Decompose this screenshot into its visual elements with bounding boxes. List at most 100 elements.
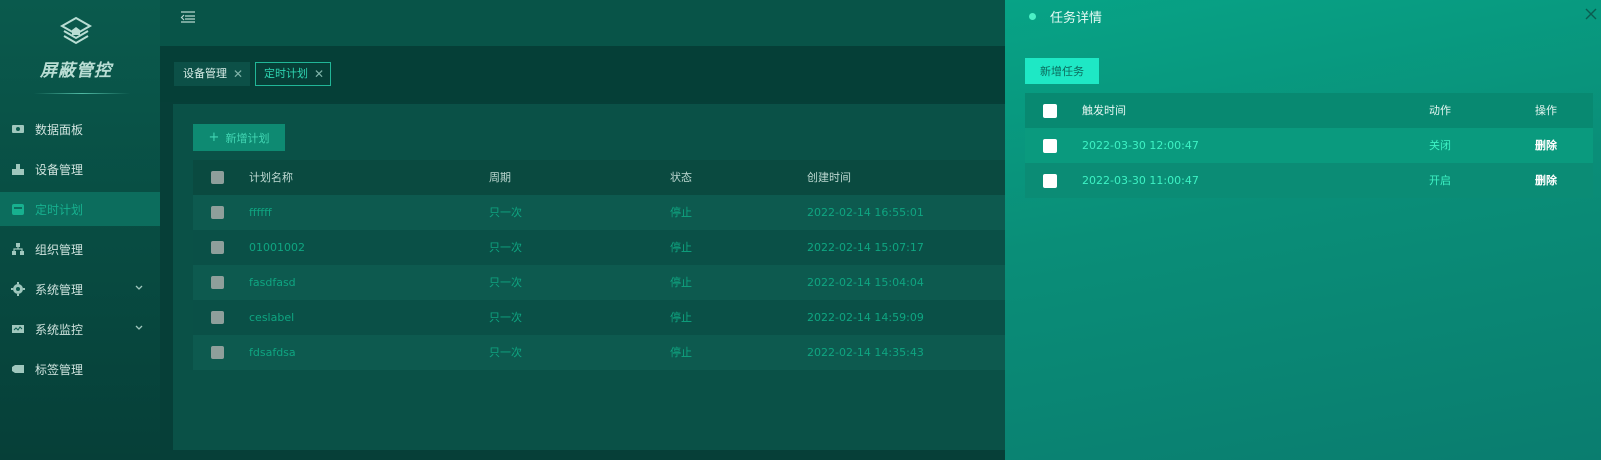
plan-cycle: 只一次 [489,311,522,324]
plan-state: 停止 [670,276,692,289]
plan-state: 停止 [670,206,692,219]
chevron-down-icon [135,325,143,330]
column-header: 计划名称 [249,171,293,184]
row-checkbox[interactable] [211,346,224,359]
monitor-icon [12,325,24,333]
table-row[interactable]: 2022-03-30 12:00:47 关闭 删除 [1025,128,1593,163]
row-checkbox[interactable] [211,206,224,219]
select-all-checkbox[interactable] [1043,104,1057,118]
task-action: 开启 [1429,174,1451,187]
task-trigger-time: 2022-03-30 11:00:47 [1082,174,1199,187]
add-task-button[interactable]: 新增任务 [1025,58,1099,84]
task-detail-drawer: 任务详情 新增任务 触发时间 动作 操作 2022-03-30 12:00:47… [1005,0,1601,460]
table-row[interactable]: 2022-03-30 11:00:47 开启 删除 [1025,163,1593,198]
sidebar-item-label: 数据面板 [35,122,84,137]
top-bar [160,0,1005,46]
tab-label: 定时计划 [264,67,308,80]
plus-icon: + [208,130,220,145]
sidebar-item-system[interactable]: 系统管理 [0,272,160,306]
status-dot-icon [1029,12,1036,20]
schedule-icon [12,204,24,215]
task-action: 关闭 [1429,139,1451,152]
sidebar-item-data-panel[interactable]: 数据面板 [0,112,160,146]
plan-name: fdsafdsa [249,346,296,359]
close-icon[interactable] [1583,6,1599,22]
plan-created: 2022-02-14 14:59:09 [807,311,924,324]
plan-cycle: 只一次 [489,346,522,359]
plan-state: 停止 [670,311,692,324]
tab-device[interactable]: 设备管理 ✕ [174,62,250,86]
row-checkbox[interactable] [1043,139,1057,153]
dashboard-icon [12,125,24,133]
sidebar-item-label: 组织管理 [35,242,84,257]
plan-created: 2022-02-14 16:55:01 [807,206,924,219]
logo-divider [34,93,130,94]
sidebar-item-schedule[interactable]: 定时计划 [0,192,160,226]
table-row[interactable]: 01001002 只一次 停止 2022-02-14 15:07:17 [193,230,1005,265]
plan-cycle: 只一次 [489,276,522,289]
plan-created: 2022-02-14 14:35:43 [807,346,924,359]
app-title: 屏蔽管控 [40,61,112,81]
column-header: 动作 [1429,104,1451,117]
sidebar-item-org[interactable]: 组织管理 [0,232,160,266]
plan-state: 停止 [670,241,692,254]
task-table: 触发时间 动作 操作 2022-03-30 12:00:47 关闭 删除 202… [1025,93,1593,198]
plan-name: ceslabel [249,311,295,324]
delete-task-button[interactable]: 删除 [1535,163,1557,198]
gear-icon [11,282,25,296]
table-row[interactable]: fasdfasd 只一次 停止 2022-02-14 15:04:04 [193,265,1005,300]
menu-toggle-icon[interactable] [180,10,196,24]
chevron-down-icon [135,285,143,290]
sidebar-item-monitor[interactable]: 系统监控 [0,312,160,346]
sidebar-item-tag[interactable]: 标签管理 [0,352,160,386]
device-icon [12,164,24,175]
column-header: 触发时间 [1082,104,1126,117]
close-icon[interactable]: ✕ [314,63,324,85]
add-plan-button[interactable]: + 新增计划 [193,124,285,151]
sidebar-item-label: 定时计划 [35,202,84,217]
close-icon[interactable]: ✕ [233,63,243,85]
add-plan-label: 新增计划 [225,131,270,145]
table-header: 触发时间 动作 操作 [1025,93,1593,128]
sidebar-item-device[interactable]: 设备管理 [0,152,160,186]
delete-task-button[interactable]: 删除 [1535,128,1557,163]
column-header: 周期 [489,171,511,184]
table-row[interactable]: ffffff 只一次 停止 2022-02-14 16:55:01 [193,195,1005,230]
column-header: 操作 [1535,104,1557,117]
sidebar-nav: 数据面板 设备管理 定时计划 组织管理 系统管理 系统监控 标签管理 [0,112,160,392]
tab-schedule[interactable]: 定时计划 ✕ [255,62,331,86]
plan-panel: + 新增计划 计划名称 周期 状态 创建时间 ffffff 只一次 停止 202… [173,104,1005,450]
drawer-header: 任务详情 [1029,4,1102,28]
logo: 屏蔽管控 [0,12,160,96]
plan-table: 计划名称 周期 状态 创建时间 ffffff 只一次 停止 2022-02-14… [193,160,1005,370]
tag-icon [12,365,24,373]
tabs-bar: 设备管理 ✕ 定时计划 ✕ [160,46,1005,102]
plan-state: 停止 [670,346,692,359]
sidebar-item-label: 系统监控 [35,322,84,337]
drawer-title: 任务详情 [1050,10,1103,26]
table-header: 计划名称 周期 状态 创建时间 [193,160,1005,195]
task-trigger-time: 2022-03-30 12:00:47 [1082,139,1199,152]
sidebar-item-label: 系统管理 [35,282,84,297]
table-row[interactable]: ceslabel 只一次 停止 2022-02-14 14:59:09 [193,300,1005,335]
plan-cycle: 只一次 [489,206,522,219]
shield-logo-icon [59,16,93,45]
plan-name: 01001002 [249,241,305,254]
select-all-checkbox[interactable] [211,171,224,184]
column-header: 状态 [670,171,692,184]
sidebar-item-label: 设备管理 [35,162,84,177]
sidebar: 屏蔽管控 数据面板 设备管理 定时计划 组织管理 系统管理 系统监控 标签管理 [0,0,160,460]
sidebar-item-label: 标签管理 [35,362,84,377]
plan-name: fasdfasd [249,276,296,289]
org-icon [12,243,24,255]
plan-name: ffffff [249,206,272,219]
row-checkbox[interactable] [211,276,224,289]
row-checkbox[interactable] [211,311,224,324]
column-header: 创建时间 [807,171,851,184]
table-row[interactable]: fdsafdsa 只一次 停止 2022-02-14 14:35:43 [193,335,1005,370]
row-checkbox[interactable] [1043,174,1057,188]
plan-cycle: 只一次 [489,241,522,254]
row-checkbox[interactable] [211,241,224,254]
tab-label: 设备管理 [183,67,227,80]
plan-created: 2022-02-14 15:07:17 [807,241,924,254]
